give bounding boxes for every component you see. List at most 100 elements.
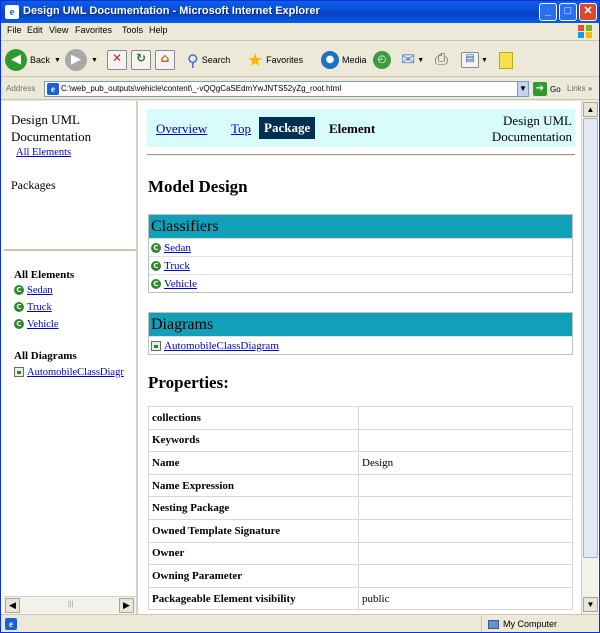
address-bar: Address e C:\web_pub_outputs\vehicle\con… [1,78,599,100]
property-value [358,473,573,498]
class-icon: C [14,319,24,330]
all-elements-link[interactable]: All Elements [16,147,71,158]
address-input[interactable]: e C:\web_pub_outputs\vehicle\content\_-v… [44,81,529,97]
forward-arrow-icon: ▶ [65,49,87,71]
minimize-button[interactable]: _ [539,3,557,21]
table-row: Packageable Element visibility public [148,586,573,611]
table-row: Name Expression [148,473,573,498]
horizontal-scrollbar[interactable]: ◀ ||| ▶ [4,596,136,613]
address-dropdown[interactable]: ▼ [517,81,529,97]
menu-favorites[interactable]: Favorites [75,25,112,35]
element-link-sedan[interactable]: Sedan [27,285,53,296]
element-link-vehicle[interactable]: Vehicle [27,319,59,330]
menu-edit[interactable]: Edit [27,25,43,35]
print-button[interactable]: ⎙ [435,48,448,72]
elements-frame: All Elements C Sedan C Truck C Vehicle All … [4,253,136,596]
maximize-button[interactable]: □ [559,3,577,21]
classifier-link-vehicle[interactable]: Vehicle [164,278,197,290]
diagram-icon [151,341,161,352]
property-key: Name [148,451,359,475]
history-button[interactable]: ◴ [373,48,391,72]
ie-page-icon: e [5,618,17,630]
scroll-left-icon[interactable]: ◀ [5,598,20,613]
table-row: Name Design [148,451,573,475]
menu-view[interactable]: View [49,25,68,35]
links-toolbar[interactable]: Links » [567,84,592,93]
address-url: C:\web_pub_outputs\vehicle\content\_-vQQ… [61,84,342,93]
go-button[interactable]: ➔ Go [533,81,561,97]
nav-doc-title-line2: Documentation [491,129,572,144]
scroll-down-icon[interactable]: ▼ [583,597,598,612]
home-button[interactable]: ⌂ [155,48,175,72]
stop-icon: ✕ [107,50,127,70]
status-bar: e My Computer [1,614,599,632]
close-button[interactable]: ✕ [579,3,597,21]
diagram-link[interactable]: AutomobileClassDiagr [27,367,124,378]
property-value [358,518,573,543]
all-elements-heading: All Elements [14,269,75,281]
table-row: Owner [148,541,573,566]
vertical-scrollbar[interactable]: ▲ ▼ [581,101,598,614]
chevron-down-icon: ▼ [91,56,98,64]
property-value: public [358,586,573,611]
properties-table: collections Keywords Name Design Name Expres… [148,406,573,611]
element-link-truck[interactable]: Truck [27,302,52,313]
property-value [358,406,573,430]
list-item: C Vehicle [14,318,59,335]
messenger-button[interactable] [499,48,513,72]
class-icon: C [151,243,161,254]
diagrams-table: Diagrams AutomobileClassDiagram [148,312,573,355]
element-list: C Sedan C Truck C Vehicle [14,284,59,335]
nav-package-active: Package [259,117,316,139]
ie-page-icon: e [47,83,59,95]
scroll-thumb[interactable] [583,118,598,558]
menu-help[interactable]: Help [149,25,168,35]
classifiers-heading: Classifiers [149,215,572,238]
nav-overview-link[interactable]: Overview [156,121,207,137]
property-value: Design [358,451,573,475]
property-value [358,541,573,566]
table-row: C Truck [149,256,572,274]
left-title: Design UML Documentation [11,111,91,145]
media-button[interactable]: ● Media [321,48,367,72]
scroll-grip-icon: ||| [68,601,74,608]
mail-button[interactable]: ✉ ▼ [401,48,424,72]
notes-icon [499,51,513,69]
refresh-button[interactable]: ↻ [131,48,151,72]
search-label: Search [201,55,231,65]
home-icon: ⌂ [155,50,175,70]
chevron-down-icon: ▼ [54,56,61,64]
table-row: C Vehicle [149,274,572,292]
classifier-link-sedan[interactable]: Sedan [164,242,191,254]
stop-button[interactable]: ✕ [107,48,127,72]
property-key: Keywords [148,428,359,453]
address-label: Address [6,84,36,93]
favorites-button[interactable]: ★ Favorites [247,48,303,72]
scroll-right-icon[interactable]: ▶ [119,598,134,613]
edit-button[interactable]: ▤ ▼ [461,48,488,72]
classifier-link-truck[interactable]: Truck [164,260,190,272]
forward-button[interactable]: ▶ ▼ [65,48,98,72]
chevron-down-icon: ▼ [417,56,425,64]
links-label: Links [567,84,586,93]
menu-tools[interactable]: Tools [122,25,143,35]
packages-frame: Design UML Documentation All Elements Pa… [4,101,136,251]
ie-app-icon: e [5,5,19,19]
scroll-up-icon[interactable]: ▲ [583,102,598,117]
computer-icon [488,619,499,629]
property-value [358,428,573,453]
property-value [358,564,573,588]
back-button[interactable]: ◀ Back ▼ [5,48,61,72]
list-item: AutomobileClassDiagr [14,366,124,378]
property-key: collections [148,406,359,430]
go-label: Go [550,84,561,94]
star-icon: ★ [247,49,264,70]
content-area: Design UML Documentation All Elements Pa… [1,101,599,614]
all-diagrams-heading: All Diagrams [14,350,77,362]
properties-heading: Properties: [148,373,229,392]
diagram-link-automobile[interactable]: AutomobileClassDiagram [164,340,279,352]
nav-top-link[interactable]: Top [231,121,251,137]
menu-file[interactable]: File [7,25,22,35]
search-button[interactable]: ⚲ Search [187,48,230,72]
packages-heading: Packages [11,178,56,192]
